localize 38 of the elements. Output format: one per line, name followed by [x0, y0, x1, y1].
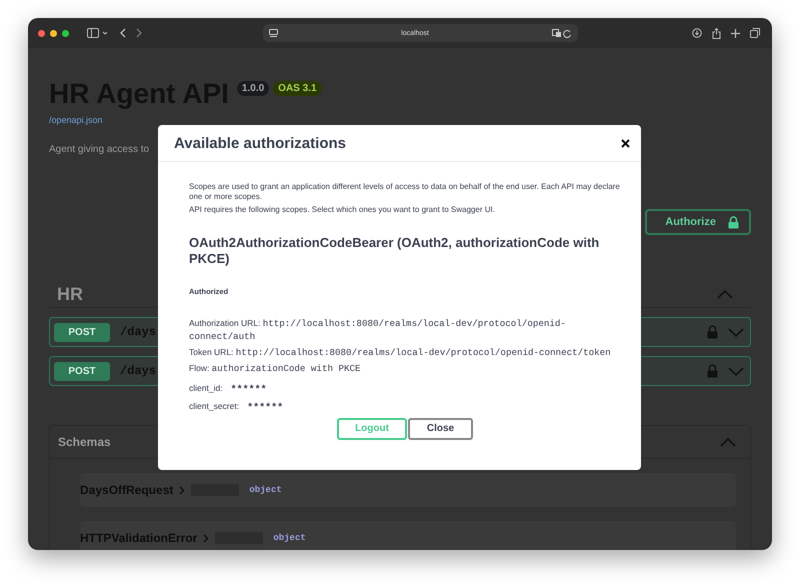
scopes-note: Scopes are used to grant an application different levels of access to data on behalf of the end user. Each API may declare one or more scopes.: [189, 182, 621, 202]
tabs-overview-icon[interactable]: [750, 28, 760, 38]
scopes-note: API requires the following scopes. Select which ones you want to grant to Swagger UI.: [189, 205, 496, 215]
chevron-right-icon: [203, 534, 210, 542]
zoom-window-icon[interactable]: [62, 30, 69, 36]
credential-label: client_secret:: [189, 400, 240, 412]
page-icon: [269, 28, 278, 38]
credential-label: client_id:: [189, 382, 223, 394]
close-icon[interactable]: [621, 138, 630, 148]
new-tab-icon[interactable]: [731, 28, 740, 38]
method-badge: POST: [54, 362, 110, 380]
translate-reload-icon[interactable]: [552, 28, 572, 38]
api-description: Agent giving access to: [49, 144, 150, 155]
masked-value: ******: [230, 384, 267, 397]
scheme-title: OAuth2AuthorizationCodeBearer (OAuth2, authorizationCode with PKCE): [189, 235, 600, 268]
lock-icon: [728, 216, 739, 228]
share-icon[interactable]: [712, 28, 721, 38]
tag-heading[interactable]: HR: [57, 284, 83, 304]
spec-link[interactable]: /openapi.json: [49, 115, 103, 125]
schema-type: object: [273, 533, 306, 543]
oas-badge: OAS 3.1: [273, 81, 322, 96]
chevron-right-icon: [179, 486, 186, 494]
flow-detail: Flow: authorizationCode with PKCE: [189, 362, 362, 376]
authorize-button[interactable]: Authorize: [645, 209, 751, 235]
close-button[interactable]: Close: [408, 418, 473, 440]
close-window-icon[interactable]: [38, 30, 45, 36]
sidebar-icon[interactable]: [87, 28, 109, 38]
forward-icon[interactable]: [136, 28, 143, 38]
schemas-heading[interactable]: Schemas: [58, 435, 111, 449]
back-icon[interactable]: [119, 28, 126, 38]
flow-detail: Token URL: http://localhost:8080/realms/local-dev/protocol/openid-connect/token: [189, 346, 612, 360]
method-badge: POST: [54, 322, 110, 342]
download-icon[interactable]: [692, 28, 702, 38]
version-badge: 1.0.0: [236, 81, 270, 96]
dialog-title: Available authorizations: [174, 134, 346, 152]
schema-type: object: [249, 485, 282, 495]
minimize-window-icon[interactable]: [50, 30, 57, 36]
masked-value: ******: [247, 402, 284, 415]
